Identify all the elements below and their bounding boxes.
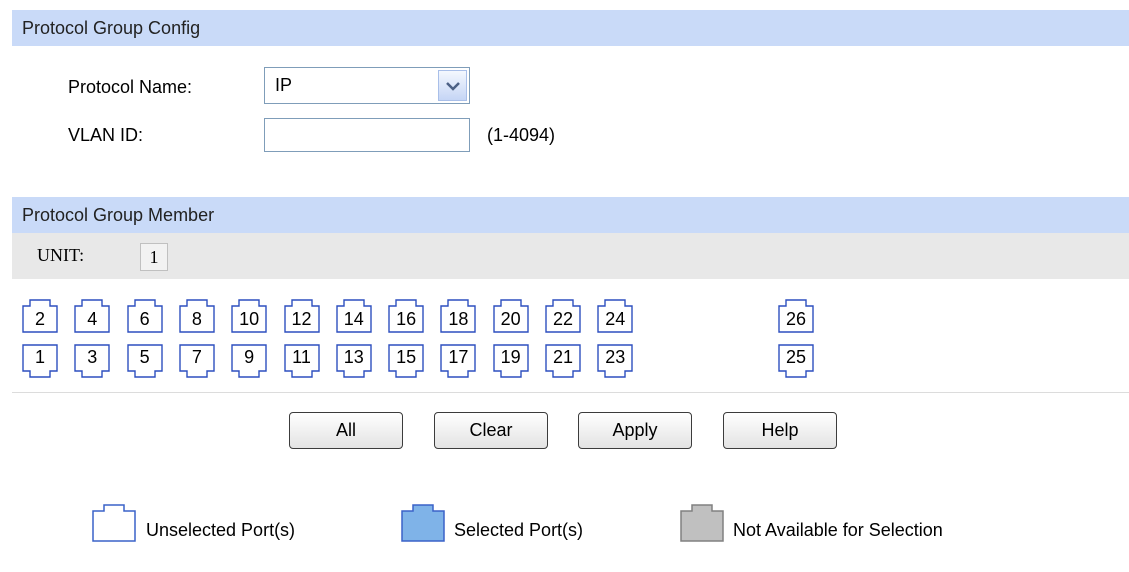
port-11[interactable]: 11: [283, 344, 320, 378]
chevron-down-icon[interactable]: [438, 70, 467, 101]
port-14[interactable]: 14: [336, 299, 372, 333]
port-number: 1: [34, 347, 45, 367]
port-3[interactable]: 3: [74, 344, 110, 378]
selected-port-icon: [401, 504, 445, 542]
port-number: 8: [191, 309, 202, 329]
port-9[interactable]: 9: [231, 344, 267, 378]
port-number: 13: [343, 347, 364, 367]
protocol-group-member-title: Protocol Group Member: [22, 205, 215, 225]
port-26[interactable]: 26: [778, 299, 814, 333]
not-available-legend-text: Not Available for Selection: [733, 520, 943, 540]
vlan-id-range-hint: (1-4094): [487, 125, 556, 145]
port-5[interactable]: 5: [126, 344, 163, 378]
port-number: 3: [87, 347, 98, 367]
port-number: 25: [785, 347, 807, 367]
port-number: 17: [448, 347, 469, 367]
port-number: 18: [448, 309, 469, 329]
port-number: 19: [500, 347, 521, 367]
port-number: 24: [605, 309, 626, 329]
port-number: 2: [34, 309, 45, 329]
port-number: 16: [396, 309, 417, 329]
port-number: 23: [605, 347, 626, 367]
protocol-group-config-header: Protocol Group Config: [12, 10, 1129, 46]
help-button[interactable]: Help: [723, 412, 837, 449]
port-10[interactable]: 10: [231, 299, 267, 333]
selected-legend-text: Selected Port(s): [454, 520, 584, 540]
unselected-legend-text: Unselected Port(s): [146, 520, 296, 540]
port-number: 20: [500, 309, 521, 329]
port-17[interactable]: 17: [440, 344, 477, 378]
port-number: 10: [239, 309, 260, 329]
protocol-group-config-title: Protocol Group Config: [22, 18, 201, 38]
port-6[interactable]: 6: [126, 299, 163, 333]
port-22[interactable]: 22: [545, 299, 581, 333]
protocol-name-value: IP: [275, 75, 293, 95]
apply-button[interactable]: Apply: [578, 412, 692, 449]
port-23[interactable]: 23: [597, 344, 633, 378]
port-20[interactable]: 20: [492, 299, 529, 333]
unit-selector[interactable]: 1: [140, 243, 168, 271]
all-button[interactable]: All: [289, 412, 403, 449]
port-4[interactable]: 4: [74, 299, 110, 333]
port-number: 12: [291, 309, 312, 329]
port-number: 6: [139, 309, 150, 329]
not-available-port-icon: [680, 504, 724, 542]
protocol-name-label: Protocol Name:: [68, 77, 193, 97]
port-12[interactable]: 12: [283, 299, 320, 333]
vlan-id-input[interactable]: [264, 118, 470, 152]
port-7[interactable]: 7: [179, 344, 215, 378]
port-number: 9: [244, 347, 255, 367]
port-number: 26: [785, 309, 807, 329]
port-16[interactable]: 16: [388, 299, 424, 333]
port-2[interactable]: 2: [22, 299, 58, 333]
port-18[interactable]: 18: [440, 299, 477, 333]
port-number: 4: [87, 309, 98, 329]
port-number: 22: [552, 309, 574, 329]
port-number: 15: [396, 347, 417, 367]
port-number: 11: [292, 347, 311, 367]
port-8[interactable]: 8: [179, 299, 215, 333]
vlan-id-label: VLAN ID:: [68, 125, 144, 145]
port-number: 14: [343, 309, 364, 329]
port-19[interactable]: 19: [492, 344, 529, 378]
port-number: 5: [139, 347, 150, 367]
port-21[interactable]: 21: [545, 344, 581, 378]
unit-label: UNIT:: [37, 245, 85, 265]
port-number: 21: [552, 347, 574, 367]
port-24[interactable]: 24: [597, 299, 633, 333]
port-1[interactable]: 1: [22, 344, 58, 378]
protocol-group-member-header: Protocol Group Member: [12, 197, 1129, 233]
unselected-port-icon: [92, 504, 136, 542]
port-panel: 2 4 6 8 10 12 14 16 18 20 22 24 26 1 3 5 7 9 11 13 15 17 19 21 2…: [12, 279, 1129, 393]
clear-button[interactable]: Clear: [434, 412, 548, 449]
port-15[interactable]: 15: [388, 344, 424, 378]
port-number: 7: [191, 347, 202, 367]
port-13[interactable]: 13: [336, 344, 372, 378]
port-25[interactable]: 25: [778, 344, 814, 378]
unit-bar: UNIT: 1: [12, 233, 1129, 279]
protocol-name-select[interactable]: IP: [264, 67, 470, 104]
